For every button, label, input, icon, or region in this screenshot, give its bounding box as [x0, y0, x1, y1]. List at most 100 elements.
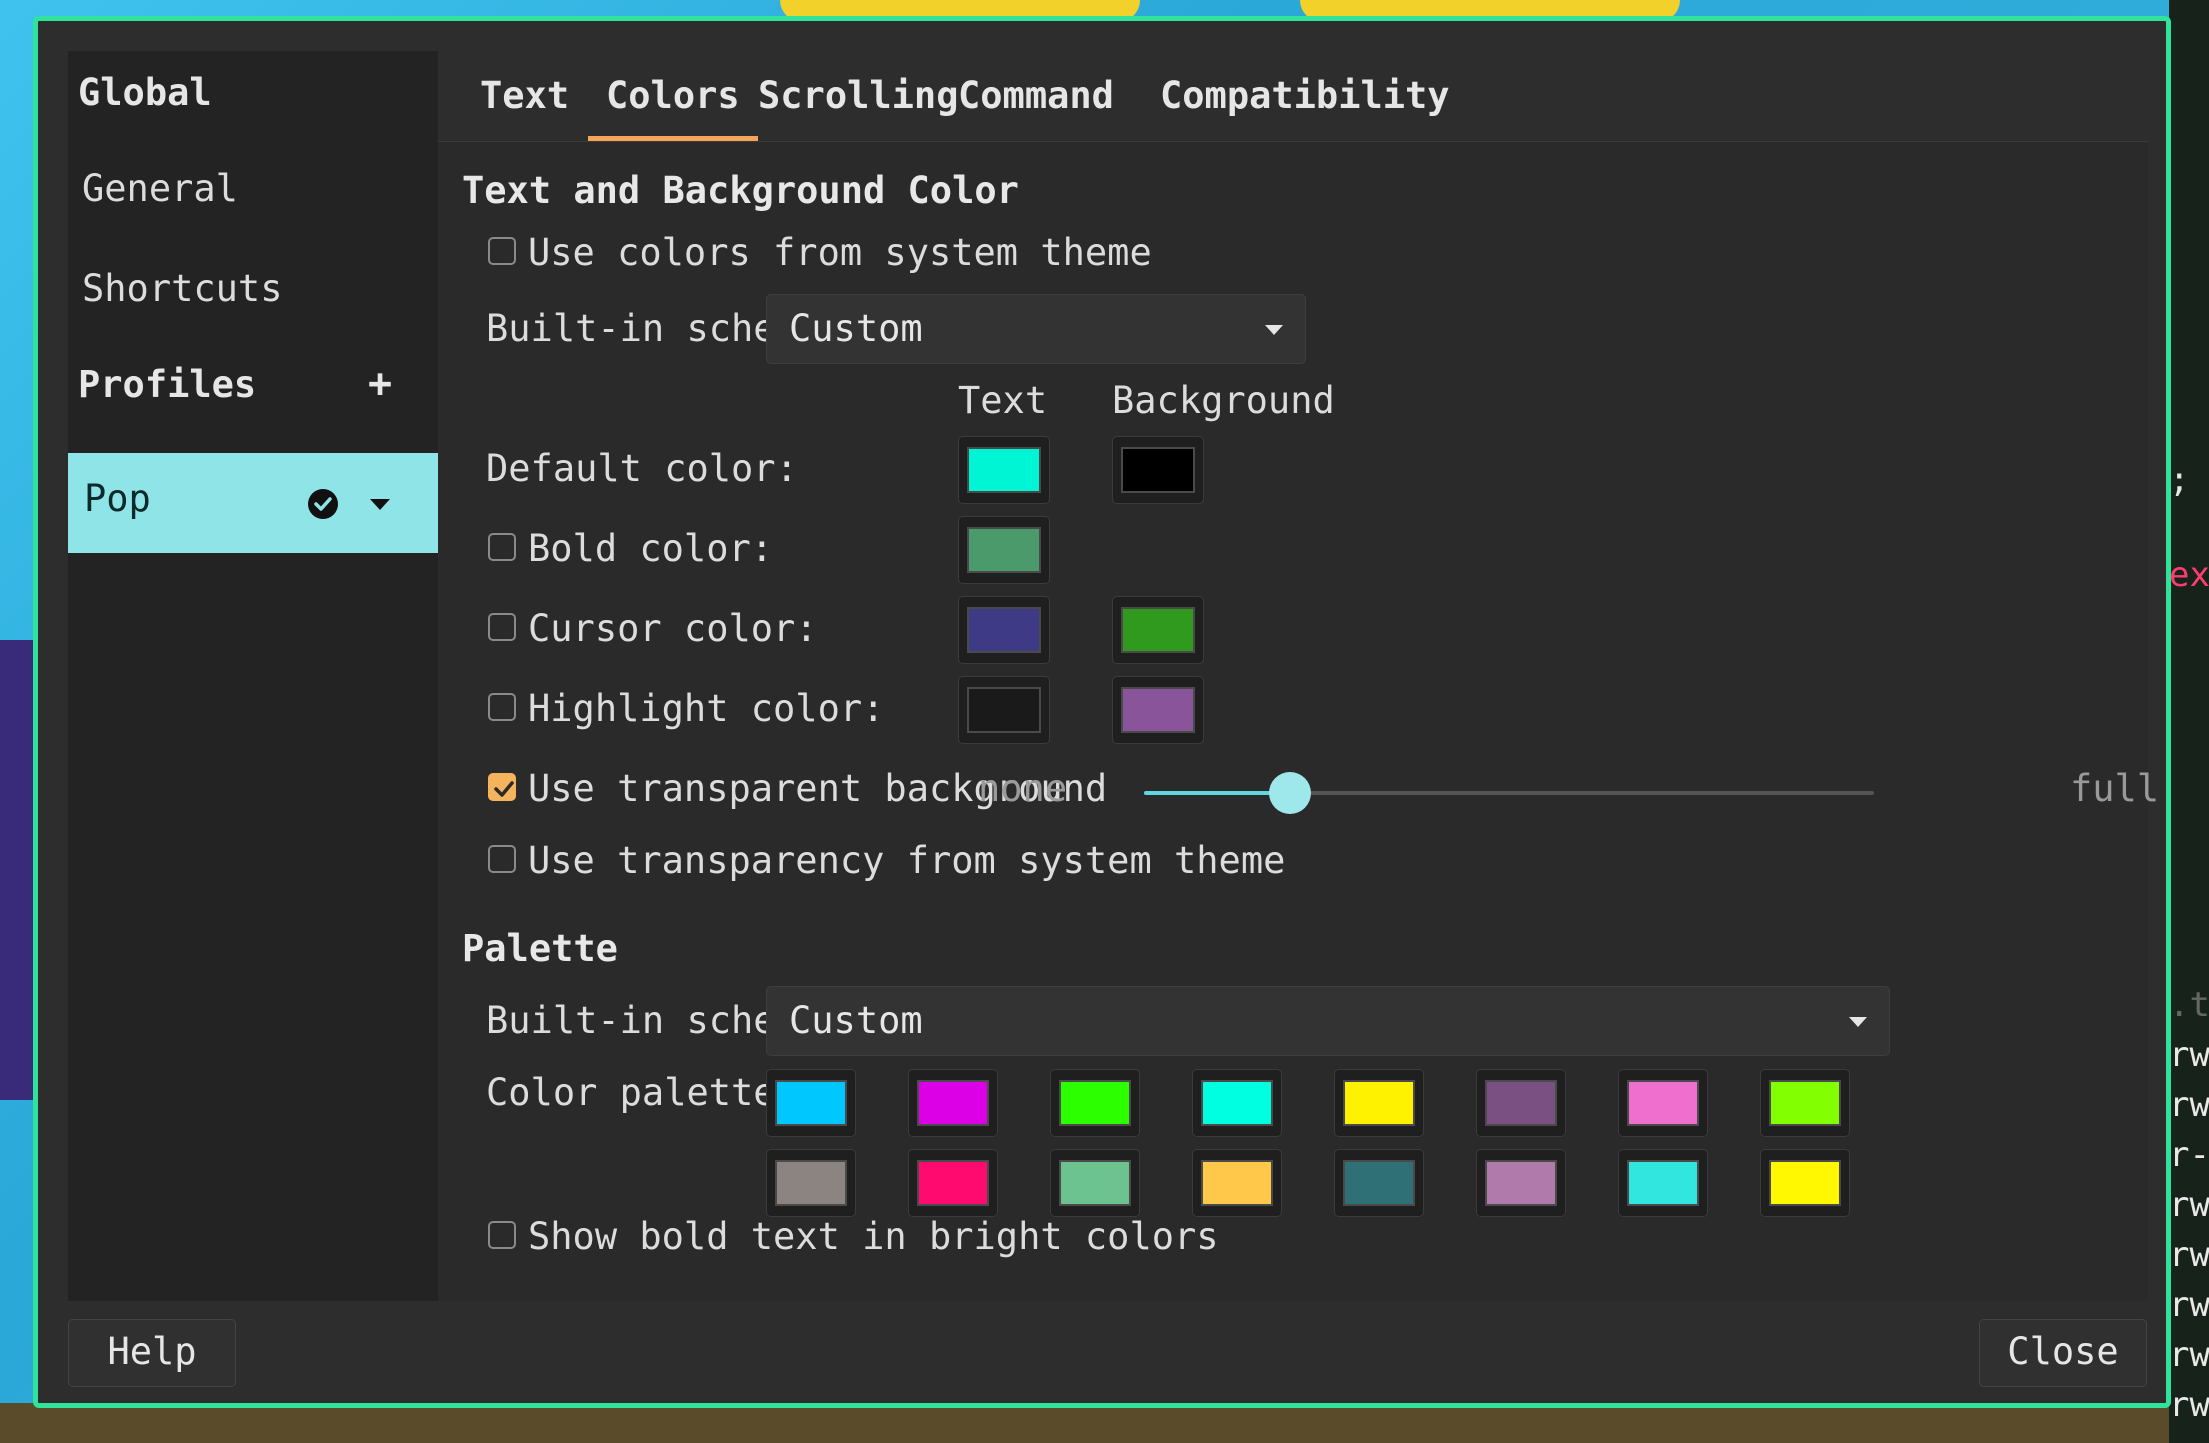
default-background-color-swatch[interactable] — [1112, 436, 1204, 504]
palette-color-swatch[interactable] — [1334, 1149, 1424, 1217]
palette-color-swatch[interactable] — [1618, 1069, 1708, 1137]
use-system-colors-label: Use colors from system theme — [528, 231, 1152, 274]
column-header-text: Text — [958, 379, 1048, 422]
palette-color-swatch[interactable] — [1050, 1069, 1140, 1137]
palette-color-swatch[interactable] — [766, 1069, 856, 1137]
palette-color-swatch[interactable] — [1476, 1149, 1566, 1217]
sidebar-item-shortcuts[interactable]: Shortcuts — [82, 267, 282, 310]
close-button[interactable]: Close — [1979, 1319, 2147, 1387]
swatch-fill — [1343, 1080, 1415, 1126]
palette-color-swatch[interactable] — [1760, 1149, 1850, 1217]
terminal-text: ex — [2169, 555, 2209, 595]
slider-handle[interactable] — [1269, 772, 1311, 814]
chevron-down-icon — [1265, 325, 1283, 335]
swatch-fill — [1485, 1080, 1557, 1126]
show-bold-bright-label: Show bold text in bright colors — [528, 1215, 1219, 1258]
swatch-fill — [775, 1080, 847, 1126]
highlight-color-checkbox[interactable] — [488, 693, 516, 721]
check-circle-icon — [308, 489, 338, 519]
preferences-dialog: Global General Shortcuts Profiles + Pop … — [33, 16, 2171, 1408]
section-title-text-background: Text and Background Color — [462, 169, 1019, 212]
swatch-fill — [917, 1160, 989, 1206]
tab-compatibility[interactable]: Compatibility — [1160, 51, 1450, 141]
bold-color-checkbox[interactable] — [488, 533, 516, 561]
palette-color-swatch[interactable] — [1334, 1069, 1424, 1137]
palette-color-swatch[interactable] — [1618, 1149, 1708, 1217]
highlight-text-color-swatch[interactable] — [958, 676, 1050, 744]
chevron-down-icon[interactable] — [370, 499, 390, 510]
cursor-color-label: Cursor color: — [528, 607, 818, 650]
default-text-color-swatch[interactable] — [958, 436, 1050, 504]
swatch-fill — [1059, 1080, 1131, 1126]
column-header-background: Background — [1112, 379, 1335, 422]
terminal-text: ; — [2169, 460, 2190, 500]
transparent-background-checkbox[interactable] — [488, 773, 516, 801]
sidebar-item-general[interactable]: General — [82, 167, 238, 210]
chevron-down-icon — [1849, 1017, 1867, 1027]
transparency-max-label: full — [2070, 767, 2160, 810]
swatch-fill — [1121, 607, 1195, 653]
use-system-colors-checkbox[interactable] — [488, 237, 516, 265]
palette-color-swatch[interactable] — [908, 1069, 998, 1137]
help-button[interactable]: Help — [68, 1319, 236, 1387]
sidebar-heading-profiles: Profiles — [78, 363, 257, 406]
tab-text[interactable]: Text — [480, 51, 569, 141]
cursor-background-color-swatch[interactable] — [1112, 596, 1204, 664]
sidebar: Global General Shortcuts Profiles + Pop — [68, 51, 438, 1301]
terminal-text: rw — [2169, 1085, 2209, 1125]
terminal-text: .t — [2169, 985, 2209, 1025]
swatch-fill — [1201, 1080, 1273, 1126]
terminal-text: rw — [2169, 1185, 2209, 1225]
tab-colors[interactable]: Colors — [588, 51, 758, 141]
palette-color-swatch[interactable] — [1476, 1069, 1566, 1137]
terminal-window-edge: ; ex .t rw rw r- rw rw rw rw rw — [2169, 0, 2209, 1443]
profile-label: Pop — [84, 477, 151, 520]
tab-scrolling[interactable]: Scrolling — [758, 51, 958, 141]
plus-icon[interactable]: + — [368, 361, 392, 407]
color-palette-label: Color palette: — [486, 1071, 798, 1114]
swatch-fill — [1121, 447, 1195, 493]
terminal-text: rw — [2169, 1335, 2209, 1375]
terminal-text: rw — [2169, 1035, 2209, 1075]
transparency-system-checkbox[interactable] — [488, 845, 516, 873]
swatch-fill — [1485, 1160, 1557, 1206]
swatch-fill — [967, 687, 1041, 733]
palette-builtin-schemes-dropdown[interactable]: Custom — [766, 986, 1890, 1056]
section-title-palette: Palette — [462, 927, 618, 970]
terminal-text: rw — [2169, 1235, 2209, 1275]
tab-command[interactable]: Command — [958, 51, 1114, 141]
swatch-fill — [1201, 1160, 1273, 1206]
highlight-color-label: Highlight color: — [528, 687, 885, 730]
show-bold-bright-checkbox[interactable] — [488, 1221, 516, 1249]
palette-color-swatch[interactable] — [908, 1149, 998, 1217]
swatch-fill — [967, 527, 1041, 573]
cursor-color-checkbox[interactable] — [488, 613, 516, 641]
swatch-fill — [1769, 1080, 1841, 1126]
sidebar-heading-global: Global — [78, 71, 212, 114]
swatch-fill — [1769, 1160, 1841, 1206]
swatch-fill — [1059, 1160, 1131, 1206]
cursor-text-color-swatch[interactable] — [958, 596, 1050, 664]
terminal-text: rw — [2169, 1385, 2209, 1425]
terminal-text: r- — [2169, 1135, 2209, 1175]
default-color-label: Default color: — [486, 447, 798, 490]
builtin-schemes-dropdown[interactable]: Custom — [766, 294, 1306, 364]
palette-color-swatch[interactable] — [766, 1149, 856, 1217]
swatch-fill — [1343, 1160, 1415, 1206]
settings-panel: Text Colors Scrolling Command Compatibil… — [438, 51, 2159, 1301]
transparency-system-label: Use transparency from system theme — [528, 839, 1286, 882]
transparency-min-label: none — [978, 767, 1068, 810]
bold-color-swatch[interactable] — [958, 516, 1050, 584]
palette-color-swatch[interactable] — [1192, 1069, 1282, 1137]
tab-bar: Text Colors Scrolling Command Compatibil… — [438, 51, 2148, 142]
bold-color-label: Bold color: — [528, 527, 774, 570]
swatch-fill — [775, 1160, 847, 1206]
palette-color-swatch[interactable] — [1050, 1149, 1140, 1217]
swatch-fill — [967, 447, 1041, 493]
sidebar-item-profile-pop[interactable]: Pop — [68, 453, 438, 553]
wallpaper-shape — [0, 1403, 2209, 1443]
highlight-background-color-swatch[interactable] — [1112, 676, 1204, 744]
swatch-fill — [1627, 1080, 1699, 1126]
palette-color-swatch[interactable] — [1192, 1149, 1282, 1217]
palette-color-swatch[interactable] — [1760, 1069, 1850, 1137]
